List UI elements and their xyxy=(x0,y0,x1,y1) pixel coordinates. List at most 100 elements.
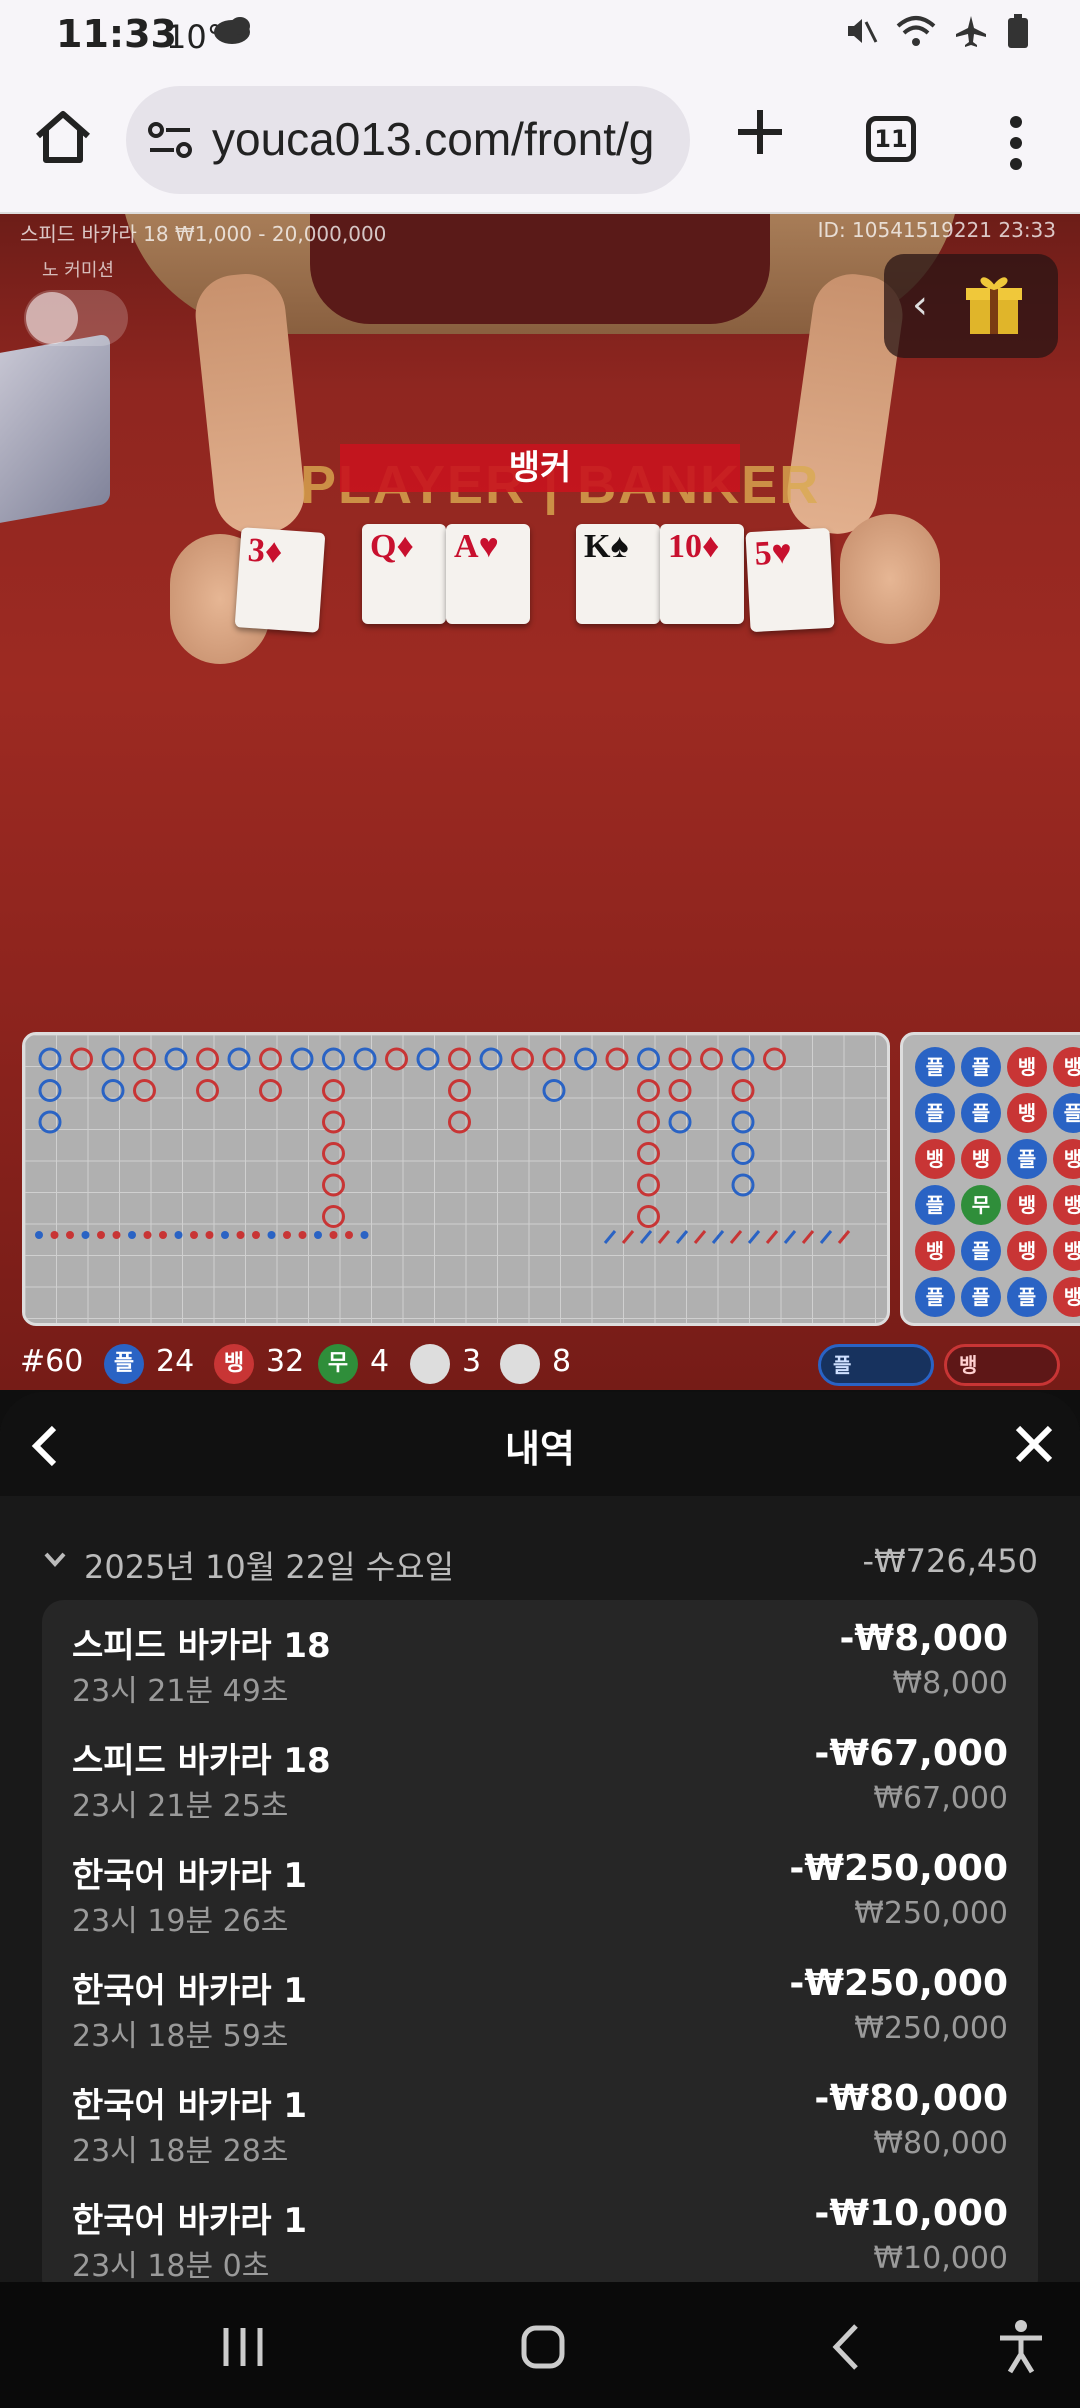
close-button[interactable] xyxy=(1006,1416,1062,1472)
cockroach-road-mark xyxy=(621,1230,635,1244)
banker-card-1: K♠ xyxy=(576,524,660,624)
back-nav-button[interactable] xyxy=(812,2312,882,2382)
airplane-icon xyxy=(954,14,988,56)
bead-result: 뱅 xyxy=(1007,1231,1047,1271)
banker-card-2: 10♦ xyxy=(660,524,744,624)
player-card-2: Q♦ xyxy=(362,524,446,624)
promotions-button[interactable]: ‹ xyxy=(884,254,1058,358)
wifi-icon xyxy=(896,14,936,56)
player-card-1: 3♦ xyxy=(234,527,326,633)
derived-road-dot xyxy=(221,1231,229,1239)
table-info: 스피드 바카라 18 ₩1,000 - 20,000,000 xyxy=(20,222,387,246)
player-badge: 플 xyxy=(104,1344,144,1384)
bead-road[interactable]: 플플뱅뱅플플뱅플뱅뱅플뱅플무뱅뱅뱅플뱅뱅플플플뱅 xyxy=(900,1032,1080,1326)
sheet-title: 내역 xyxy=(505,1427,575,1471)
back-icon xyxy=(832,2324,858,2370)
home-icon xyxy=(36,111,90,163)
date-group-header[interactable]: 2025년 10월 22일 수요일 -₩726,450 xyxy=(40,1542,1038,1592)
home-button[interactable] xyxy=(30,104,96,170)
dealer-hand-right xyxy=(840,514,940,644)
history-item[interactable]: 한국어 바카라 1 23시 18분 0초 -₩10,000 ₩10,000 xyxy=(42,2185,1038,2282)
derived-road-dot xyxy=(81,1231,90,1239)
home-square-icon xyxy=(521,2325,565,2369)
bead-result: 무 xyxy=(961,1185,1001,1225)
derived-road-dot xyxy=(298,1231,307,1239)
history-item[interactable]: 한국어 바카라 1 23시 19분 26초 -₩250,000 ₩250,000 xyxy=(42,1840,1038,1955)
derived-road-dot xyxy=(329,1231,338,1239)
bead-result: 뱅 xyxy=(1007,1185,1047,1225)
address-bar[interactable]: youca013.com/front/g xyxy=(126,86,690,194)
result-banner: 뱅커 xyxy=(340,444,740,492)
bead-result: 뱅 xyxy=(1053,1139,1080,1179)
player-count: 24 xyxy=(156,1344,195,1379)
derived-road-dot xyxy=(205,1231,214,1239)
cockroach-road-mark xyxy=(603,1230,617,1244)
cockroach-road-mark xyxy=(783,1230,797,1244)
derived-road-dot xyxy=(112,1231,121,1239)
bead-result: 플 xyxy=(961,1047,1001,1087)
bead-result: 플 xyxy=(1053,1093,1080,1133)
site-settings-icon[interactable] xyxy=(146,120,194,160)
accessibility-button[interactable] xyxy=(986,2312,1056,2382)
plus-icon xyxy=(738,110,782,154)
tab-switcher-button[interactable]: 11 xyxy=(866,116,916,162)
derived-road-dot xyxy=(128,1231,136,1239)
mute-icon xyxy=(844,14,878,56)
derived-road-dot xyxy=(66,1231,74,1239)
cockroach-road-mark xyxy=(639,1230,653,1244)
cockroach-road-mark xyxy=(729,1230,743,1244)
derived-road-dot xyxy=(190,1231,198,1239)
browser-menu-button[interactable] xyxy=(996,108,1036,178)
new-tab-button[interactable] xyxy=(730,102,790,172)
derived-road-dot xyxy=(360,1231,369,1239)
bead-result: 플 xyxy=(1007,1277,1047,1317)
derived-road-dot xyxy=(174,1231,183,1239)
gift-icon xyxy=(966,272,1022,336)
screen: 11:33 10° youca013.com/front/g 11 스피드 바카… xyxy=(0,0,1080,2408)
browser-toolbar: youca013.com/front/g 11 xyxy=(0,72,1080,214)
banker-pair-icon xyxy=(500,1344,540,1384)
chevron-down-icon xyxy=(40,1544,70,1582)
derived-road-dot xyxy=(267,1231,276,1239)
cockroach-road-mark xyxy=(657,1230,671,1244)
derived-road-dot xyxy=(159,1231,167,1239)
bead-result: 뱅 xyxy=(1053,1277,1080,1317)
history-item[interactable]: 스피드 바카라 18 23시 21분 25초 -₩67,000 ₩67,000 xyxy=(42,1725,1038,1840)
derived-road-dot xyxy=(345,1231,353,1239)
home-nav-button[interactable] xyxy=(508,2312,578,2382)
derived-road-dot xyxy=(314,1231,322,1239)
status-time: 11:33 xyxy=(56,12,177,56)
predict-player-button[interactable]: 플 xyxy=(818,1344,934,1386)
history-sheet: 내역 2025년 10월 22일 수요일 -₩726,450 스피드 바카라 1… xyxy=(0,1392,1080,2282)
cockroach-road-mark xyxy=(675,1230,689,1244)
derived-road-dot xyxy=(283,1231,291,1239)
history-item[interactable]: 한국어 바카라 1 23시 18분 28초 -₩80,000 ₩80,000 xyxy=(42,2070,1038,2185)
video-toggle[interactable] xyxy=(24,290,128,346)
url-text: youca013.com/front/g xyxy=(212,113,655,165)
big-road-scoreboard[interactable] xyxy=(22,1032,890,1326)
bead-result: 뱅 xyxy=(961,1139,1001,1179)
banker-count: 32 xyxy=(266,1344,305,1379)
tie-badge: 무 xyxy=(318,1344,358,1384)
bead-result: 뱅 xyxy=(1053,1185,1080,1225)
predict-banker-button[interactable]: 뱅 xyxy=(944,1344,1060,1386)
round-stats: #60 플 24 뱅 32 무 4 3 8 플 뱅 xyxy=(0,1336,1080,1392)
derived-road-dot xyxy=(35,1231,43,1239)
bead-result: 플 xyxy=(915,1277,955,1317)
history-item[interactable]: 한국어 바카라 1 23시 18분 59초 -₩250,000 ₩250,000 xyxy=(42,1955,1038,2070)
status-bar: 11:33 10° xyxy=(0,0,1080,72)
bead-result: 플 xyxy=(961,1093,1001,1133)
battery-icon xyxy=(1006,14,1030,56)
bead-result: 플 xyxy=(915,1047,955,1087)
date-total: -₩726,450 xyxy=(862,1542,1038,1580)
recent-apps-button[interactable] xyxy=(208,2312,278,2382)
round-number: #60 xyxy=(20,1344,84,1379)
history-item[interactable]: 스피드 바카라 18 23시 21분 49초 -₩8,000 ₩8,000 xyxy=(42,1610,1038,1725)
status-icons xyxy=(844,14,1030,56)
player-pair-icon xyxy=(410,1344,450,1384)
bead-result: 뱅 xyxy=(1007,1093,1047,1133)
history-list: 스피드 바카라 18 23시 21분 49초 -₩8,000 ₩8,000 스피… xyxy=(42,1600,1038,2282)
player-pair-count: 3 xyxy=(462,1344,482,1379)
bead-result: 뱅 xyxy=(915,1231,955,1271)
derived-road-dot xyxy=(236,1231,245,1239)
